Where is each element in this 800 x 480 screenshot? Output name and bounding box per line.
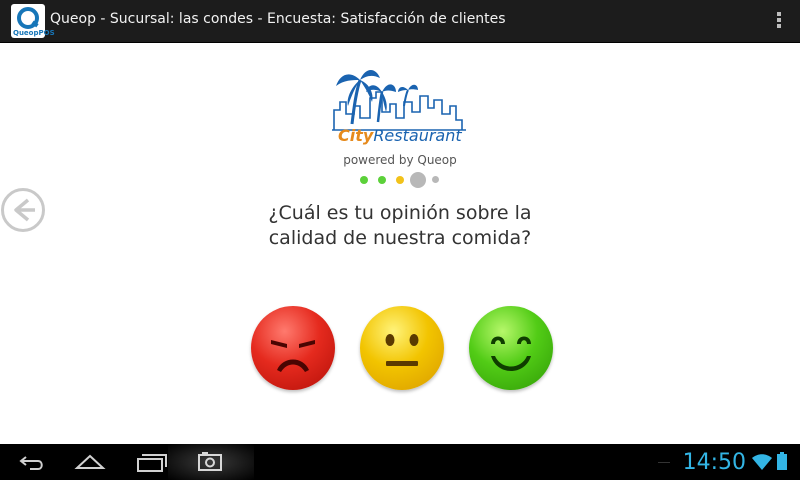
title-bar: QueopPOS Queop - Sucursal: las condes - … [0, 0, 800, 43]
wifi-icon[interactable] [751, 453, 773, 471]
survey-question: ¿Cuál es tu opinión sobre la calidad de … [200, 201, 600, 251]
progress-dot-5 [432, 176, 439, 183]
window-title: Queop - Sucursal: las condes - Encuesta:… [50, 11, 506, 27]
system-clock[interactable]: 14:50 [683, 450, 746, 475]
progress-dot-3 [396, 176, 404, 184]
progress-dot-2 [378, 176, 386, 184]
logo-restaurant-text: Restaurant [373, 126, 462, 145]
question-line-1: ¿Cuál es tu opinión sobre la [268, 202, 532, 224]
system-navigation-bar [0, 444, 800, 480]
neutral-face-icon [385, 334, 419, 366]
screenshot-icon[interactable] [186, 444, 236, 480]
home-icon[interactable] [65, 444, 115, 480]
logo-wordmark: CityRestaurant [338, 126, 462, 145]
back-icon[interactable] [6, 444, 56, 480]
neutral-face-button[interactable] [360, 306, 444, 390]
sad-face-button[interactable] [251, 306, 335, 390]
happy-face-icon [491, 336, 531, 371]
queop-pos-icon[interactable]: QueopPOS [11, 4, 55, 38]
happy-face-button[interactable] [469, 306, 553, 390]
sad-face-icon [271, 340, 315, 372]
progress-dot-current [410, 172, 426, 188]
back-arrow-icon[interactable] [1, 188, 45, 232]
survey-progress [355, 172, 445, 188]
app-icon-caption: QueopPOS [13, 29, 55, 37]
battery-icon[interactable] [777, 452, 787, 470]
recent-apps-icon[interactable] [126, 444, 176, 480]
overflow-menu-icon[interactable] [776, 12, 782, 30]
notification-divider [658, 462, 670, 463]
logo-city-text: City [338, 126, 374, 145]
powered-by-text: powered by Queop [343, 153, 457, 167]
progress-dot-1 [360, 176, 368, 184]
question-line-2: calidad de nuestra comida? [268, 227, 532, 249]
